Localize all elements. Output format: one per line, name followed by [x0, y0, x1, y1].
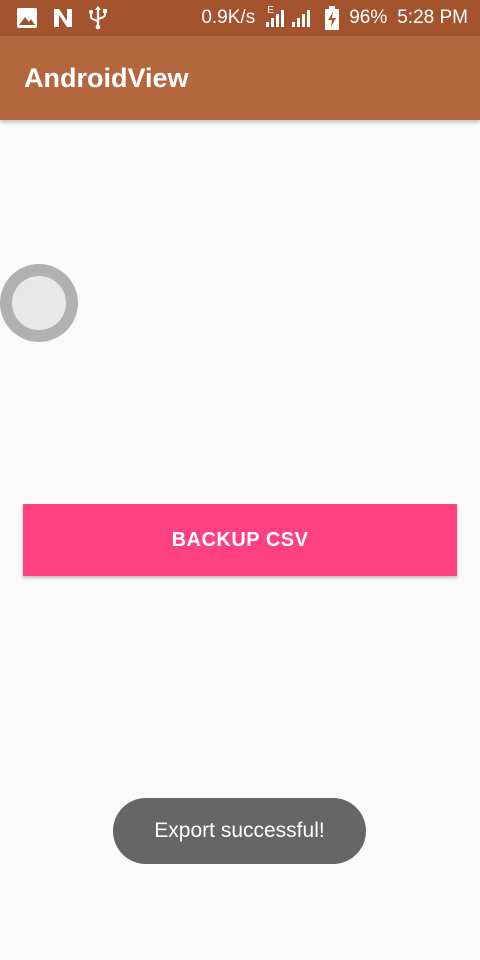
status-time: 5:28 PM [397, 7, 468, 28]
status-bar-left [16, 0, 108, 36]
app-title: AndroidView [24, 63, 189, 93]
status-bar: 0.9K/s E 96% 5:28 PM [0, 0, 480, 36]
signal-icon: E [265, 5, 315, 28]
battery-percent: 96% [349, 7, 388, 28]
status-bar-right: 0.9K/s E 96% 5:28 PM [201, 0, 468, 36]
n-notification-icon [52, 7, 74, 29]
app-bar: AndroidView [0, 36, 480, 120]
network-type: E [267, 5, 274, 16]
backup-csv-button[interactable]: BACKUP CSV [23, 504, 457, 576]
main-content: BACKUP CSV Export successful! [0, 120, 480, 960]
toast-message: Export successful! [113, 798, 366, 864]
network-speed: 0.9K/s [201, 7, 256, 28]
usb-icon [88, 6, 108, 30]
radio-button-inner [12, 276, 66, 330]
image-icon [16, 7, 38, 29]
battery-charging-icon [325, 6, 340, 30]
radio-button[interactable] [0, 264, 78, 342]
